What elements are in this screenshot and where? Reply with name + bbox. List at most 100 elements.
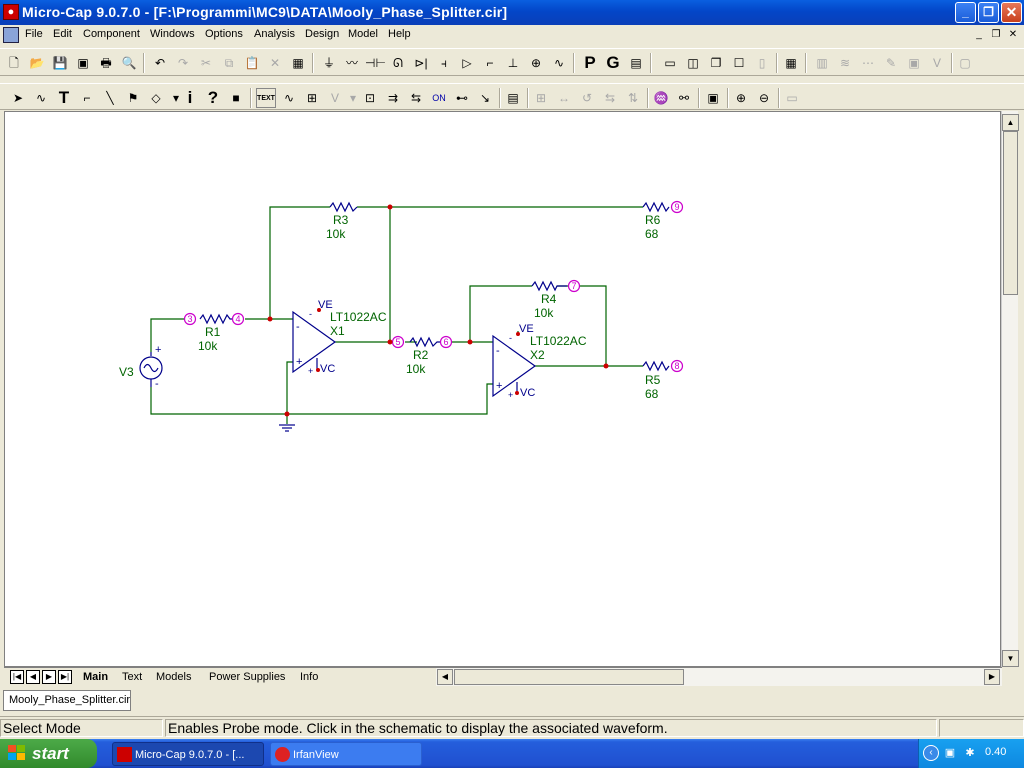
bluetooth-icon[interactable]: ✱ bbox=[963, 746, 977, 760]
on-state-icon[interactable]: ON bbox=[429, 88, 449, 108]
copy-icon[interactable]: ⧉ bbox=[219, 53, 239, 73]
resistor-r4[interactable] bbox=[531, 280, 567, 292]
probe-p-button[interactable]: P bbox=[580, 53, 600, 73]
close-button[interactable]: ✕ bbox=[1001, 2, 1022, 23]
diagonal-wire-icon[interactable]: ╲ bbox=[100, 88, 120, 108]
battery-component-icon[interactable]: ⊥ bbox=[503, 53, 523, 73]
menu-options[interactable]: Options bbox=[205, 28, 243, 40]
point-to-end-paths-icon[interactable]: ■ bbox=[226, 88, 246, 108]
cut-icon[interactable]: ✂ bbox=[196, 53, 216, 73]
tab-text[interactable]: Text bbox=[118, 668, 146, 686]
tray-expand-icon[interactable]: ‹ bbox=[923, 745, 939, 761]
flag-icon[interactable]: ⚑ bbox=[123, 88, 143, 108]
scroll-down-icon[interactable]: ▼ bbox=[1002, 650, 1019, 667]
rotate-icon[interactable]: ⊞ bbox=[531, 88, 551, 108]
zoom-in-icon[interactable]: ⊕ bbox=[731, 88, 751, 108]
print-preview-icon[interactable]: 🔍 bbox=[119, 53, 139, 73]
undo-icon[interactable]: ↶ bbox=[150, 53, 170, 73]
menu-edit[interactable]: Edit bbox=[53, 28, 72, 40]
current-flow-icon[interactable]: ⇉ bbox=[383, 88, 403, 108]
app-icon[interactable]: ● bbox=[3, 4, 19, 20]
flip-y-icon[interactable]: ⇅ bbox=[623, 88, 643, 108]
help-mode-icon[interactable]: ? bbox=[203, 88, 223, 108]
restore-button[interactable]: ❐ bbox=[978, 2, 999, 23]
wire-mode-icon[interactable]: ∿ bbox=[31, 88, 51, 108]
tab-models[interactable]: Models bbox=[152, 668, 195, 686]
horizontal-scroll-thumb[interactable] bbox=[454, 669, 684, 685]
fit-to-window-icon[interactable]: ▭ bbox=[782, 88, 802, 108]
task-microcap[interactable]: Micro-Cap 9.0.7.0 - [... bbox=[112, 742, 264, 766]
text-tool-icon[interactable]: T bbox=[54, 88, 74, 108]
pin-connections-icon[interactable]: ⊞ bbox=[302, 88, 322, 108]
probe-pen-icon[interactable]: ✎ bbox=[881, 53, 901, 73]
new-file-icon[interactable]: 🗋 bbox=[4, 53, 24, 73]
cursor-mode-icon[interactable]: ⋯ bbox=[858, 53, 878, 73]
binoculars-icon[interactable]: ⚯ bbox=[674, 88, 694, 108]
horizontal-scrollbar[interactable]: ◀ ▶ bbox=[436, 667, 1002, 686]
mdi-minimize-button[interactable]: _ bbox=[972, 28, 986, 41]
zoom-out-icon[interactable]: ⊖ bbox=[754, 88, 774, 108]
page-scroll-icon[interactable]: ▣ bbox=[703, 88, 723, 108]
mosfet-component-icon[interactable]: ⫞ bbox=[434, 53, 454, 73]
node-numbers-icon[interactable]: ⊡ bbox=[360, 88, 380, 108]
next-tab-icon[interactable]: ▶ bbox=[42, 670, 56, 684]
mdi-restore-button[interactable]: ❐ bbox=[989, 28, 1003, 41]
scroll-right-icon[interactable]: ▶ bbox=[984, 669, 1000, 685]
resistor-r2[interactable] bbox=[409, 336, 445, 348]
menu-component[interactable]: Component bbox=[83, 28, 140, 40]
minimize-button[interactable]: _ bbox=[955, 2, 976, 23]
pin-marker-icon[interactable]: ⊷ bbox=[452, 88, 472, 108]
clock[interactable]: 0.40 bbox=[985, 746, 1006, 758]
inductor-component-icon[interactable]: ᘏ bbox=[388, 53, 408, 73]
print-icon[interactable]: 🖶 bbox=[96, 53, 116, 73]
menu-design[interactable]: Design bbox=[305, 28, 339, 40]
sine-source-icon[interactable]: ∿ bbox=[549, 53, 569, 73]
document-tab[interactable]: Mooly_Phase_Splitter.cir bbox=[3, 690, 131, 711]
diode-component-icon[interactable]: ⊳| bbox=[411, 53, 431, 73]
select-arrow-icon[interactable]: ➤ bbox=[8, 88, 28, 108]
find-icon[interactable]: ♒ bbox=[651, 88, 671, 108]
wire-x1-plus[interactable] bbox=[286, 361, 293, 414]
resistor-r1[interactable] bbox=[199, 313, 237, 325]
schematic-drawing[interactable]: 3 4 5 6 7 8 9 R1 10k R3 10k R2 10k R4 10… bbox=[5, 112, 1002, 668]
title-bar[interactable]: ● Micro-Cap 9.0.7.0 - [F:\Programmi\MC9\… bbox=[0, 0, 1024, 25]
save-icon[interactable]: 💾 bbox=[50, 53, 70, 73]
prev-tab-icon[interactable]: ◀ bbox=[26, 670, 40, 684]
maximize-window-icon[interactable]: ☐ bbox=[729, 53, 749, 73]
attribute-text-icon[interactable]: ∿ bbox=[279, 88, 299, 108]
resistor-component-icon[interactable]: 〰 bbox=[342, 53, 362, 73]
menu-analysis[interactable]: Analysis bbox=[254, 28, 295, 40]
resistor-r5[interactable] bbox=[642, 360, 670, 372]
resistor-r3[interactable] bbox=[329, 201, 358, 213]
tab-info[interactable]: Info bbox=[296, 668, 322, 686]
menu-model[interactable]: Model bbox=[348, 28, 378, 40]
voltage-display-icon[interactable]: V bbox=[325, 88, 345, 108]
select-all-icon[interactable]: ▦ bbox=[288, 53, 308, 73]
probe-arrow-icon[interactable]: ↘ bbox=[475, 88, 495, 108]
orthogonal-wire-icon[interactable]: ⌐ bbox=[77, 88, 97, 108]
save-all-icon[interactable]: ▣ bbox=[73, 53, 93, 73]
capacitor-component-icon[interactable]: ⊣⊢ bbox=[365, 53, 386, 73]
tab-power-supplies[interactable]: Power Supplies bbox=[205, 668, 289, 686]
switch-component-icon[interactable]: ⌐ bbox=[480, 53, 500, 73]
show-text-button[interactable]: TEXT bbox=[256, 88, 276, 108]
power-display-icon[interactable]: ⇆ bbox=[406, 88, 426, 108]
split-vertical-icon[interactable]: ◫ bbox=[683, 53, 703, 73]
help-window-icon[interactable]: ▢ bbox=[955, 53, 975, 73]
tile-windows-icon[interactable]: ▯ bbox=[752, 53, 772, 73]
schematic-canvas[interactable]: 3 4 5 6 7 8 9 R1 10k R3 10k R2 10k R4 10… bbox=[4, 111, 1001, 667]
rotate-ccw-icon[interactable]: ↺ bbox=[577, 88, 597, 108]
properties-icon[interactable]: ▤ bbox=[503, 88, 523, 108]
start-button[interactable]: start bbox=[0, 739, 97, 768]
redo-icon[interactable]: ↷ bbox=[173, 53, 193, 73]
opamp-component-icon[interactable]: ▷ bbox=[457, 53, 477, 73]
picture-icon[interactable]: ▣ bbox=[904, 53, 924, 73]
calculator-icon[interactable]: ▦ bbox=[781, 53, 801, 73]
document-icon[interactable] bbox=[3, 27, 19, 43]
info-mode-icon[interactable]: i bbox=[180, 88, 200, 108]
scale-icon[interactable]: V bbox=[927, 53, 947, 73]
task-irfanview[interactable]: IrfanView bbox=[270, 742, 422, 766]
wire-r4-right[interactable] bbox=[557, 285, 607, 366]
vertical-scrollbar[interactable]: ▲ ▼ bbox=[1001, 111, 1019, 667]
delete-icon[interactable]: ✕ bbox=[265, 53, 285, 73]
